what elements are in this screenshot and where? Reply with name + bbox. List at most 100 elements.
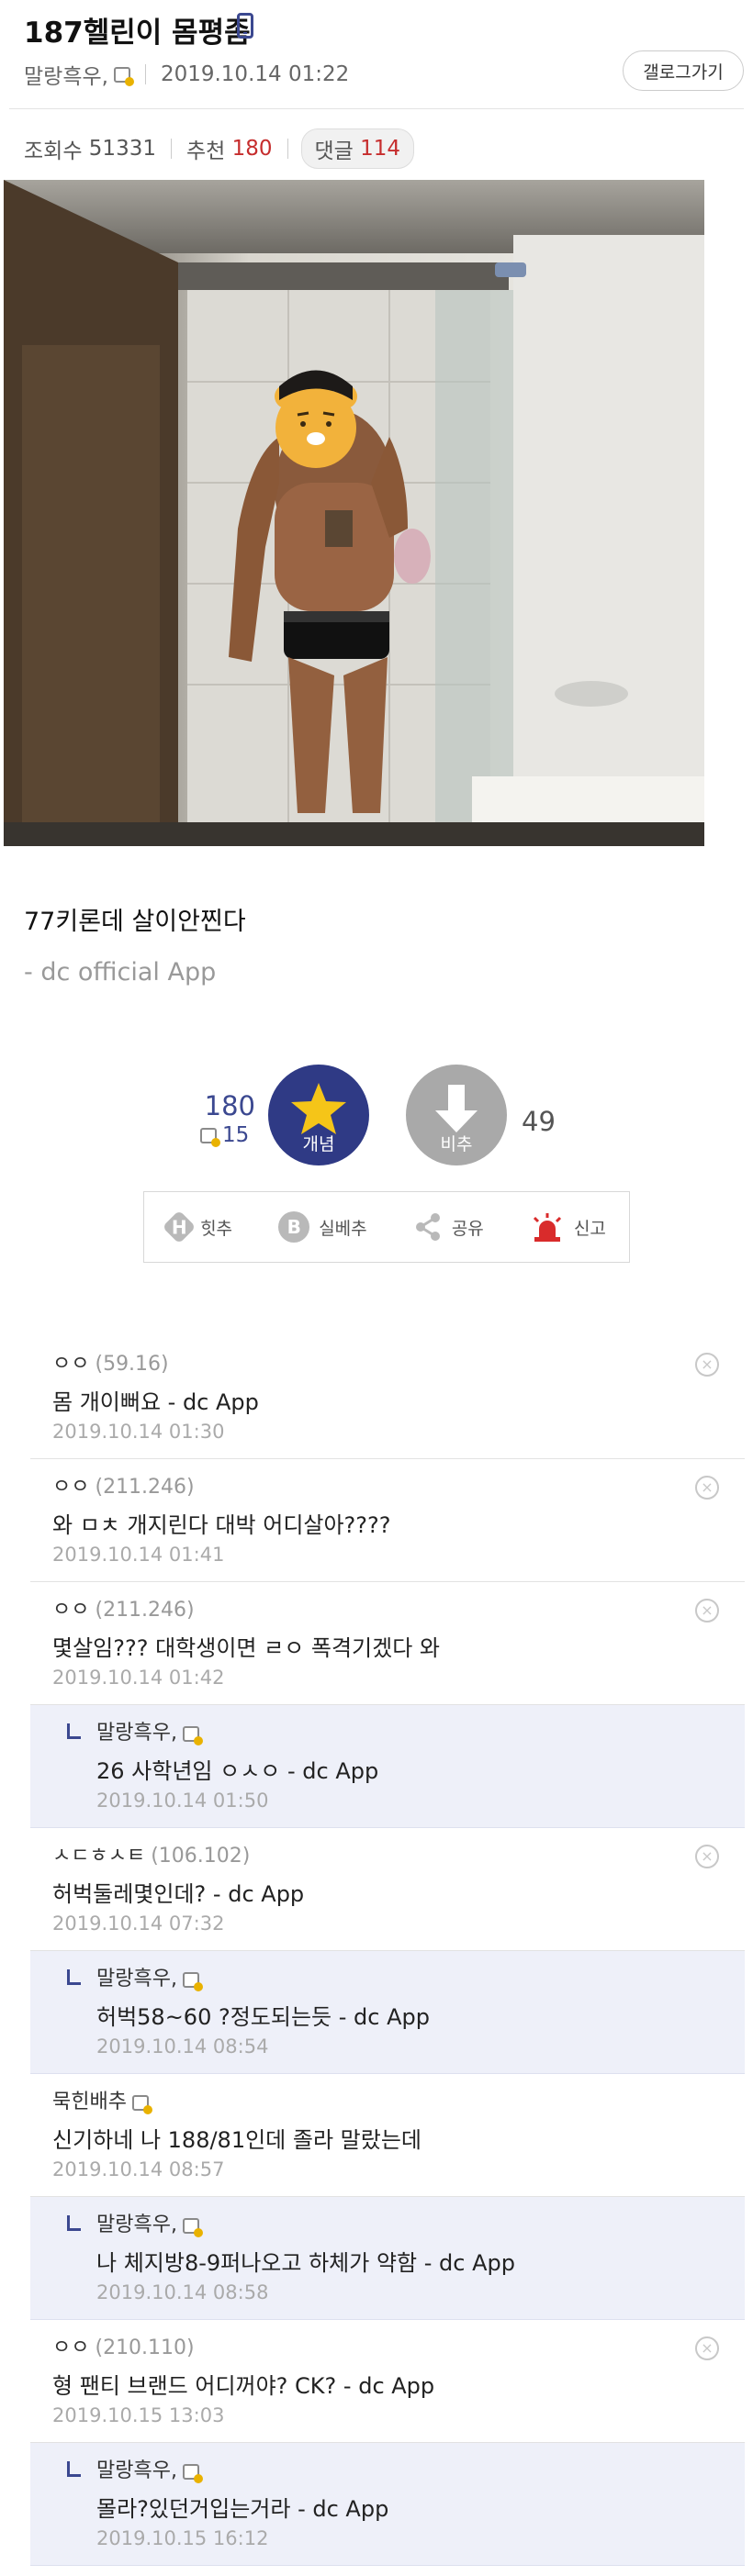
hit-recommend-button[interactable]: H 힛추 [162, 1210, 233, 1244]
comment-author[interactable]: 묵힌배추 [52, 2091, 127, 2113]
siren-icon [533, 1213, 561, 1242]
views-label: 조회수 [24, 139, 83, 163]
recommend-up-count: 180 [204, 1090, 255, 1121]
share-icon [415, 1213, 440, 1241]
comment-text: 와 ㅁㅊ 개지린다 대박 어디살아???? [52, 1512, 391, 1538]
comment-date: 2019.10.14 01:30 [52, 1421, 225, 1443]
delete-icon[interactable]: × [695, 2336, 719, 2360]
comment-date: 2019.10.14 01:50 [96, 1790, 269, 1812]
comment-text: 허벅둘레몇인데? - dc App [52, 1881, 305, 1907]
post-stats: 조회수 51331 추천 180 댓글 114 [24, 128, 415, 169]
hit-label: 힛추 [200, 1218, 233, 1239]
report-label: 신고 [573, 1218, 606, 1239]
bathroom-mirror-photo [4, 180, 704, 846]
comment-text: 허벅58~60 ?정도되는듯 - dc App [96, 2004, 430, 2030]
reply-item: 말랑흑우, 몰라?있던거입는거라 - dc App 2019.10.15 16:… [30, 2443, 745, 2566]
share-label: 공유 [451, 1218, 484, 1239]
fixed-nick-icon [200, 1127, 220, 1147]
reply-item: 말랑흑우, 26 사학년임 ㅇㅅㅇ - dc App 2019.10.14 01… [30, 1705, 745, 1828]
downvote-label: 비추 [440, 1134, 473, 1154]
delete-icon[interactable]: × [695, 1599, 719, 1623]
comment-author[interactable]: ㅅㄷㅎㅅㅌ [52, 1845, 145, 1868]
divider [170, 139, 172, 159]
divider [9, 108, 744, 109]
fixed-nick-icon [113, 66, 134, 86]
comment-text: 26 사학년임 ㅇㅅㅇ - dc App [96, 1758, 379, 1784]
delete-icon[interactable]: × [695, 1353, 719, 1377]
comment-author[interactable]: 말랑흑우, [96, 2214, 177, 2236]
report-button[interactable]: 신고 [530, 1212, 606, 1242]
recommend-count: 180 [231, 137, 273, 161]
comment-date: 2019.10.15 16:12 [96, 2527, 269, 2549]
reply-item: 말랑흑우, 허벅58~60 ?정도되는듯 - dc App 2019.10.14… [30, 1951, 745, 2074]
fixed-nick-icon [182, 2463, 203, 2483]
comment-ip: (210.110) [95, 2336, 195, 2359]
comment-date: 2019.10.14 08:58 [96, 2281, 269, 2303]
comments-count: 114 [360, 137, 401, 161]
comment-author[interactable]: ㅇㅇ [52, 2336, 89, 2359]
comment-author[interactable]: ㅇㅇ [52, 1599, 89, 1622]
reply-item: 말랑흑우, 나 체지방8-9퍼나오고 하체가 약함 - dc App 2019.… [30, 2197, 745, 2320]
comment-item: ㅇㅇ (211.246) × 와 ㅁㅊ 개지린다 대박 어디살아???? 2019… [30, 1459, 745, 1582]
divider [287, 139, 288, 159]
comment-text: 몰라?있던거입는거라 - dc App [96, 2496, 389, 2522]
post-image[interactable] [4, 180, 704, 846]
comment-item: ㅇㅇ (59.16) × 몸 개이뻐요 - dc App 2019.10.14 0… [30, 1336, 745, 1459]
comments-label: 댓글 [314, 139, 354, 163]
comment-item: ㅅㄷㅎㅅㅌ (106.102) × 허벅둘레몇인데? - dc App 2019.… [30, 1828, 745, 1951]
comment-author[interactable]: 말랑흑우, [96, 1968, 177, 1991]
fixed-recommend: 15 [200, 1123, 249, 1147]
reply-arrow-icon [67, 2215, 81, 2231]
post-datetime: 2019.10.14 01:22 [160, 62, 350, 86]
comment-ip: (211.246) [95, 1476, 195, 1499]
comment-list: ㅇㅇ (59.16) × 몸 개이뻐요 - dc App 2019.10.14 0… [30, 1336, 745, 2566]
delete-icon[interactable]: × [695, 1476, 719, 1500]
comment-date: 2019.10.15 13:03 [52, 2404, 225, 2426]
comment-date: 2019.10.14 07:32 [52, 1912, 225, 1935]
share-button[interactable]: 공유 [413, 1212, 484, 1242]
comment-ip: (211.246) [95, 1599, 195, 1622]
comment-author[interactable]: ㅇㅇ [52, 1476, 89, 1499]
fixed-nick-icon [131, 2094, 152, 2114]
post-title: 187헬린이 몸평좀 [24, 17, 251, 50]
comment-text: 나 체지방8-9퍼나오고 하체가 약함 - dc App [96, 2250, 515, 2276]
fixed-nick-icon [182, 1971, 203, 1991]
reply-arrow-icon [67, 1723, 81, 1739]
comments-button[interactable]: 댓글 114 [300, 128, 415, 169]
comment-author[interactable]: 말랑흑우, [96, 2459, 177, 2482]
comment-ip: (59.16) [95, 1353, 169, 1376]
divider [144, 64, 146, 84]
comment-item: ㅇㅇ (211.246) × 몇살임??? 대학생이면 ㄹㅇ 폭격기겠다 와 20… [30, 1582, 745, 1705]
comment-date: 2019.10.14 08:57 [52, 2158, 225, 2180]
recommend-label: 추천 [185, 139, 226, 163]
downvote-count: 49 [522, 1106, 556, 1137]
fixed-nick-icon [182, 1725, 203, 1745]
comment-text: 몸 개이뻐요 - dc App [52, 1389, 259, 1415]
fixed-recommend-count: 15 [222, 1123, 250, 1147]
comment-item: ㅇㅇ (210.110) × 형 팬티 브랜드 어디꺼야? CK? - dc Ap… [30, 2320, 745, 2443]
gallog-button[interactable]: 갤로그가기 [623, 50, 744, 91]
reply-arrow-icon [67, 1969, 81, 1985]
reply-arrow-icon [67, 2461, 81, 2477]
post-signature: - dc official App [24, 958, 217, 987]
comment-date: 2019.10.14 08:54 [96, 2035, 269, 2057]
best-recommend-button[interactable]: B 실베추 [278, 1211, 367, 1243]
author-name[interactable]: 말랑흑우, [24, 59, 108, 90]
comment-ip: (106.102) [151, 1845, 251, 1868]
comment-text: 몇살임??? 대학생이면 ㄹㅇ 폭격기겠다 와 [52, 1635, 441, 1661]
post-meta: 말랑흑우, 2019.10.14 01:22 [24, 59, 349, 90]
mobile-icon [237, 13, 253, 39]
comment-author[interactable]: 말랑흑우, [96, 1722, 177, 1745]
comment-date: 2019.10.14 01:42 [52, 1667, 225, 1689]
comment-author[interactable]: ㅇㅇ [52, 1353, 89, 1376]
comment-text: 신기하네 나 188/81인데 졸라 말랐는데 [52, 2127, 421, 2153]
delete-icon[interactable]: × [695, 1845, 719, 1868]
fixed-nick-icon [182, 2217, 203, 2237]
views-count: 51331 [88, 137, 156, 161]
action-bar: H 힛추 B 실베추 공유 신고 [143, 1191, 630, 1263]
comment-text: 형 팬티 브랜드 어디꺼야? CK? - dc App [52, 2373, 435, 2399]
hit-icon: H [162, 1210, 197, 1244]
best-label: 실베추 [319, 1218, 367, 1239]
best-icon: B [278, 1211, 310, 1243]
upvote-label: 개념 [302, 1134, 335, 1154]
